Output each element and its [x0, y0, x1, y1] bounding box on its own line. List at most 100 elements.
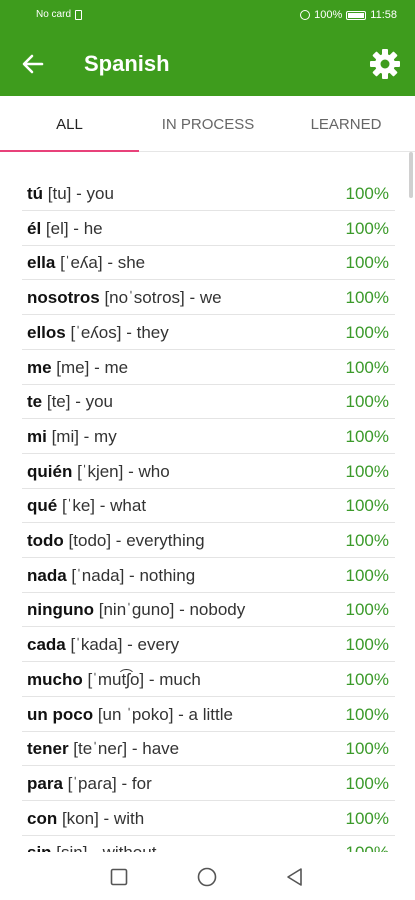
spanish-word: me — [27, 357, 52, 377]
system-nav-bar — [0, 852, 415, 900]
word-row[interactable]: ninguno [ninˈguno] - nobody 100% — [22, 593, 395, 628]
progress-percent: 100% — [345, 669, 389, 689]
word-row[interactable]: con [kon] - with 100% — [22, 802, 395, 836]
spanish-word: mi — [27, 426, 47, 446]
word-row[interactable]: me [me] - me 100% — [22, 351, 395, 385]
progress-percent: 100% — [345, 635, 389, 655]
progress-percent: 100% — [345, 704, 389, 724]
transcription-translation: [ˈeʎa] - she — [55, 253, 146, 273]
settings-button[interactable] — [369, 48, 401, 80]
word-text: un poco [un ˈpoko] - a little — [27, 705, 233, 725]
word-text: todo [todo] - everything — [27, 531, 205, 551]
tab-all[interactable]: ALL — [0, 96, 139, 152]
status-bar: No card 100% 11:58 — [0, 0, 415, 32]
spanish-word: ellos — [27, 322, 66, 342]
transcription-translation: [ˈpaɾa] - for — [62, 773, 152, 793]
spanish-word: qué — [27, 496, 58, 516]
page-title: Spanish — [84, 51, 170, 76]
progress-percent: 100% — [345, 531, 389, 550]
word-text: nada [ˈnada] - nothing — [27, 566, 195, 586]
word-row[interactable]: qué [ˈke] - what 100% — [22, 489, 395, 524]
word-row[interactable]: todo [todo] - everything 100% — [22, 524, 395, 558]
transcription-translation: [ˈnada] - nothing — [66, 565, 196, 585]
word-row[interactable]: nada [ˈnada] - nothing 100% — [22, 559, 395, 593]
word-row[interactable]: te [te] - you 100% — [22, 385, 395, 420]
word-row[interactable]: tú [tu] - you 100% — [22, 177, 395, 211]
battery-icon — [346, 10, 367, 20]
spanish-word: él — [27, 218, 42, 238]
spanish-word: nada — [27, 565, 67, 585]
word-text: ella [ˈeʎa] - she — [27, 253, 145, 273]
spanish-word: todo — [27, 531, 64, 550]
word-text: mucho [ˈmut͡ʃo] - much — [27, 670, 201, 690]
word-text: tú [tu] - you — [27, 184, 114, 204]
word-row[interactable]: ella [ˈeʎa] - she 100% — [22, 246, 395, 281]
spanish-word: cada — [27, 635, 66, 655]
carrier-text: No card — [36, 9, 72, 20]
circle-icon — [197, 867, 217, 887]
progress-percent: 100% — [345, 739, 389, 759]
scrollbar-thumb[interactable] — [409, 152, 413, 198]
transcription-translation: [ˈke] - what — [57, 496, 147, 516]
spanish-word: tú — [27, 184, 44, 203]
progress-percent: 100% — [345, 496, 389, 516]
word-row[interactable]: ellos [ˈeʎos] - they 100% — [22, 316, 395, 350]
word-row[interactable]: quién [ˈkjen] - who 100% — [22, 455, 395, 489]
word-text: él [el] - he — [27, 219, 103, 239]
transcription-translation: [teˈneɾ] - have — [68, 739, 180, 759]
battery-percent: 100% — [314, 9, 343, 21]
progress-percent: 100% — [345, 184, 389, 203]
spanish-word: nosotros — [27, 288, 100, 308]
transcription-translation: [tu] - you — [43, 184, 114, 203]
spanish-word: con — [27, 808, 58, 828]
word-text: mi [mi] - my — [27, 427, 117, 447]
spanish-word: para — [27, 773, 63, 793]
transcription-translation: [ˈkjen] - who — [72, 461, 170, 481]
transcription-translation: [ninˈguno] - nobody — [94, 600, 246, 620]
transcription-translation: [kon] - with — [57, 808, 145, 828]
spanish-word: quién — [27, 461, 73, 481]
progress-percent: 100% — [345, 773, 389, 793]
progress-percent: 100% — [345, 808, 389, 828]
status-right: 100% 11:58 — [300, 9, 397, 21]
progress-percent: 100% — [345, 565, 389, 585]
triangle-back-icon — [287, 868, 302, 886]
square-icon — [110, 868, 128, 886]
spanish-word: ella — [27, 253, 56, 273]
transcription-translation: [ˈeʎos] - they — [65, 322, 169, 342]
progress-percent: 100% — [346, 843, 389, 852]
progress-percent: 100% — [345, 288, 389, 308]
home-button[interactable] — [196, 866, 218, 888]
word-row[interactable]: mucho [ˈmut͡ʃo] - much 100% — [22, 663, 395, 697]
spanish-word: te — [27, 392, 43, 412]
word-text: cada [ˈkada] - every — [27, 635, 179, 655]
word-row[interactable]: sin [sin] - without 100% — [22, 836, 395, 852]
spanish-word: sin — [27, 843, 52, 852]
gear-icon — [370, 49, 400, 79]
progress-percent: 100% — [345, 600, 389, 620]
word-row[interactable]: tener [teˈneɾ] - have 100% — [22, 732, 395, 767]
word-row[interactable]: un poco [un ˈpoko] - a little 100% — [22, 698, 395, 732]
tab-bar: ALL IN PROCESS LEARNED — [0, 96, 415, 152]
progress-percent: 100% — [345, 461, 389, 481]
alarm-icon — [300, 10, 311, 20]
word-text: tener [teˈneɾ] - have — [27, 739, 179, 759]
word-text: sin [sin] - without — [27, 843, 156, 852]
word-list[interactable]: tú [tu] - you 100% él [el] - he 100% ella [ˈ… — [0, 152, 415, 852]
word-row[interactable]: nosotros [noˈsotɾos] - we 100% — [22, 281, 395, 316]
word-row[interactable]: para [ˈpaɾa] - for 100% — [22, 767, 395, 801]
word-row[interactable]: cada [ˈkada] - every 100% — [22, 628, 395, 663]
word-text: te [te] - you — [27, 392, 113, 412]
transcription-translation: [mi] - my — [46, 426, 117, 446]
nav-back-button[interactable] — [284, 866, 306, 888]
tab-in-process[interactable]: IN PROCESS — [139, 96, 277, 152]
word-text: para [ˈpaɾa] - for — [27, 774, 152, 794]
tab-learned[interactable]: LEARNED — [277, 96, 415, 152]
word-text: qué [ˈke] - what — [27, 496, 146, 516]
progress-percent: 100% — [345, 426, 389, 446]
word-row[interactable]: mi [mi] - my 100% — [22, 420, 395, 454]
word-row[interactable]: él [el] - he 100% — [22, 212, 395, 246]
progress-percent: 100% — [345, 392, 389, 412]
recents-button[interactable] — [108, 866, 130, 888]
back-button[interactable] — [18, 50, 48, 78]
